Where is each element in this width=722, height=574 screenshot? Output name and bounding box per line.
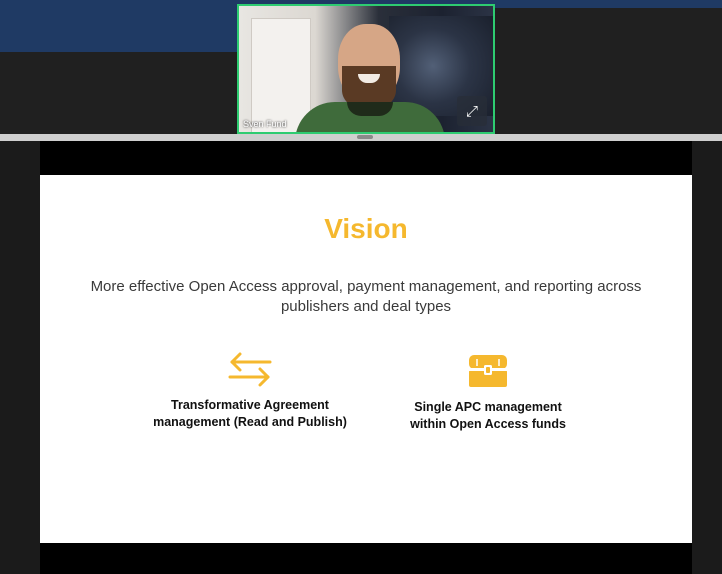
drag-handle[interactable] — [357, 135, 373, 139]
feature-transformative-agreement: Transformative Agreement management (Rea… — [120, 351, 380, 431]
slide-title: Vision — [324, 213, 408, 244]
feature-label-line2: within Open Access funds — [410, 417, 566, 431]
feature-label-line2: management (Read and Publish) — [153, 415, 347, 429]
participant-video-tile[interactable]: Sven Fund ⤢ — [237, 4, 495, 134]
participant-video-feed — [295, 16, 445, 132]
presentation-slide: Vision More effective Open Access approv… — [40, 175, 692, 543]
treasure-chest-icon — [469, 355, 507, 387]
feature-single-apc: Single APC management within Open Access… — [358, 351, 618, 433]
participant-collar — [347, 102, 393, 116]
feature-label-line1: Transformative Agreement — [171, 398, 329, 412]
swap-arrows-icon — [228, 352, 272, 387]
expand-arrows-icon[interactable]: ⤢ — [457, 96, 487, 126]
slide-subtitle: More effective Open Access approval, pay… — [90, 278, 642, 315]
participant-name-label: Sven Fund — [243, 119, 287, 129]
brand-block — [0, 0, 240, 52]
feature-label-line1: Single APC management — [414, 400, 562, 414]
